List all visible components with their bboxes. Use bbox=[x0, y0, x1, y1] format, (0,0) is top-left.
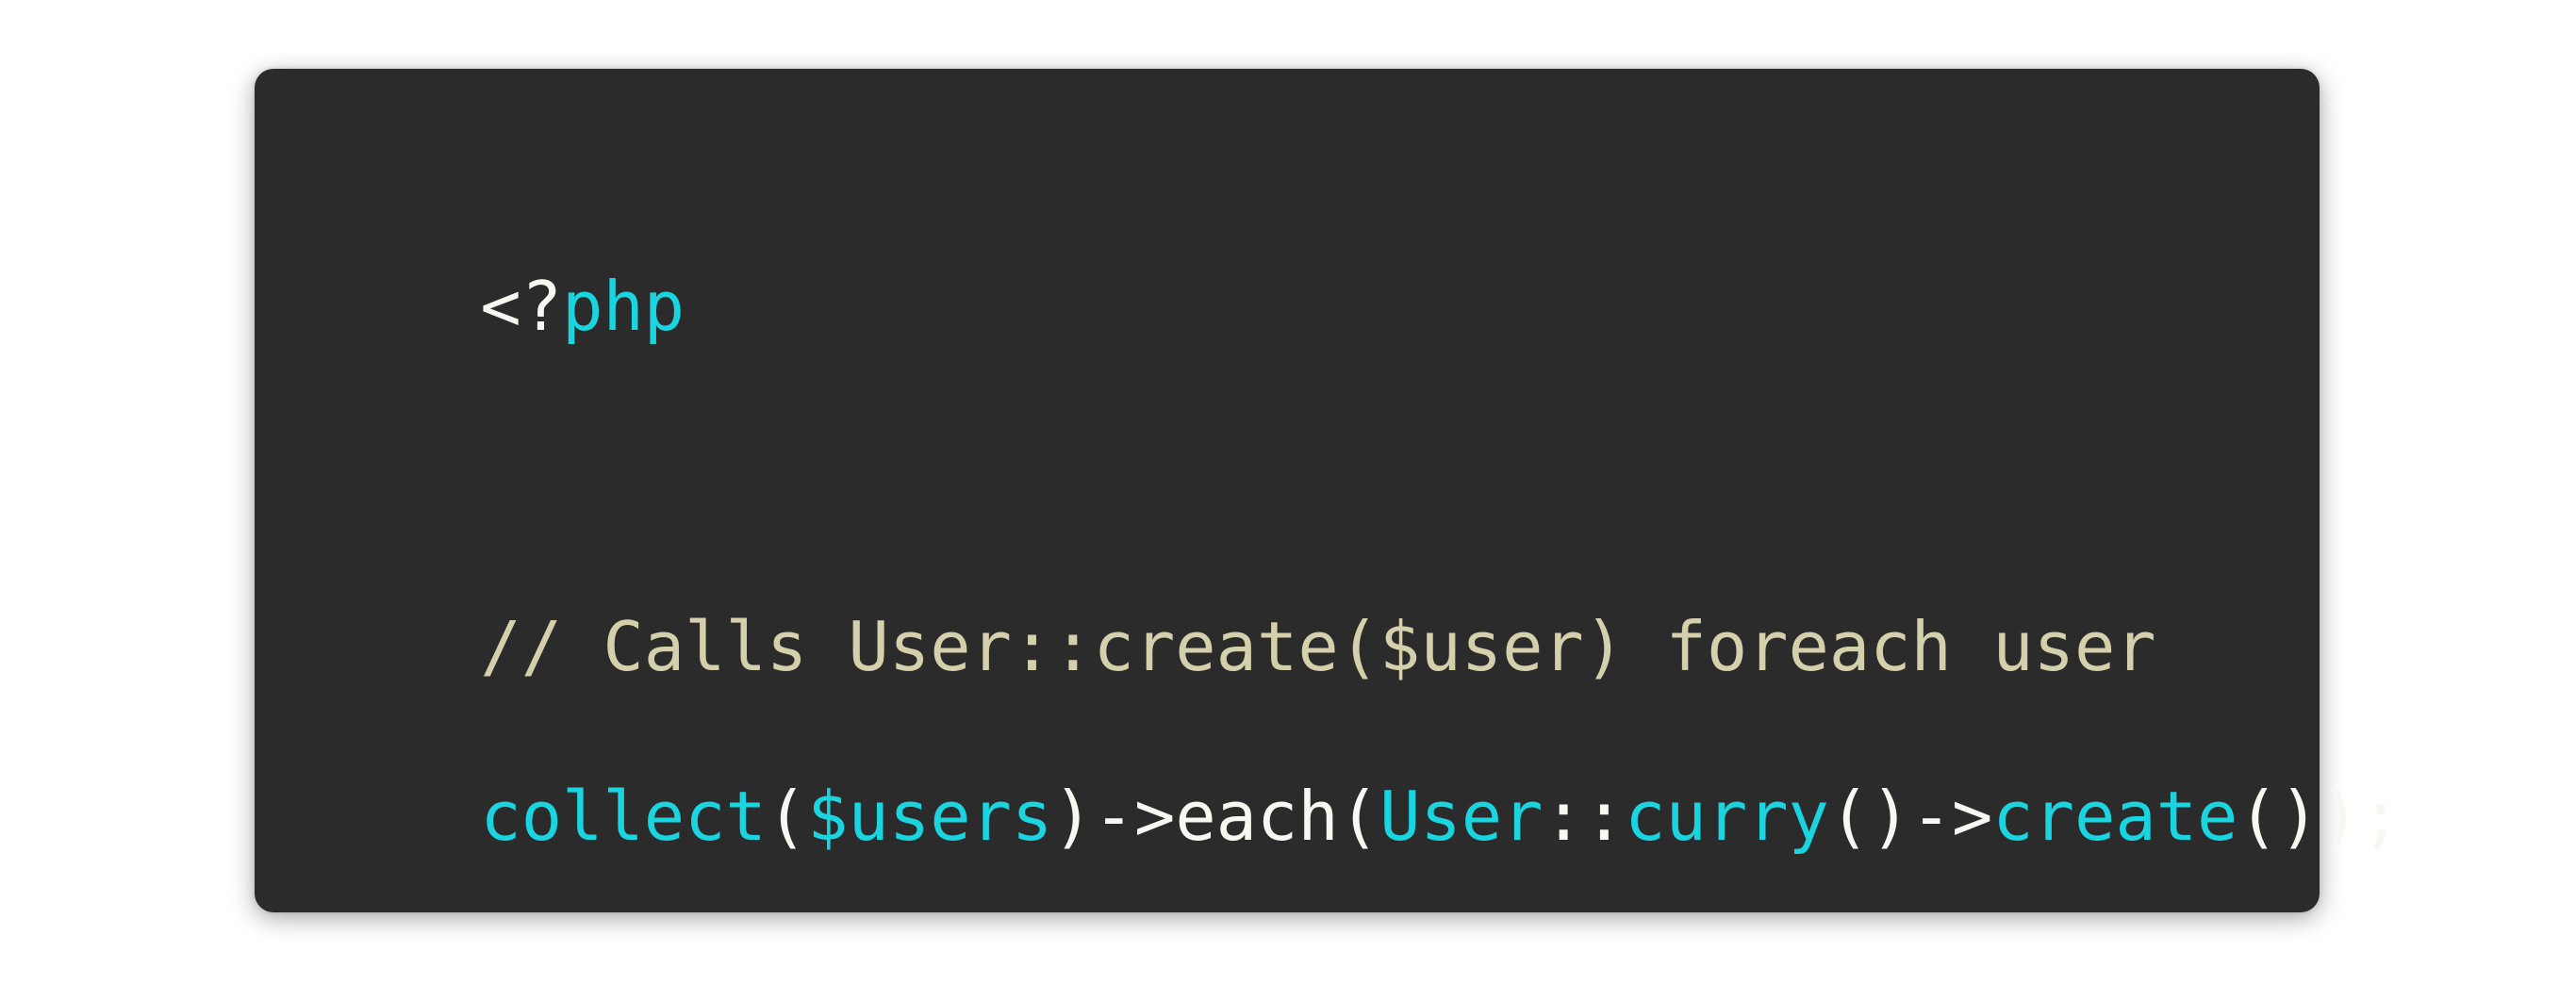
code-line-php-open-tag: <?php bbox=[317, 205, 685, 408]
code-token: )->each( bbox=[1052, 777, 1380, 856]
code-token: php bbox=[562, 267, 685, 346]
code-token: create bbox=[1992, 777, 2238, 856]
code-token: User bbox=[1379, 777, 1544, 856]
code-token: :: bbox=[1543, 777, 1626, 856]
code-token: ( bbox=[766, 777, 808, 856]
code-token: <? bbox=[480, 267, 563, 346]
code-token: curry bbox=[1625, 777, 1829, 856]
code-token: ()-> bbox=[1828, 777, 1993, 856]
code-snippet-window: <?php // Calls User::create($user) forea… bbox=[255, 69, 2402, 912]
code-token: collect bbox=[480, 777, 767, 856]
code-token: ()); bbox=[2237, 777, 2402, 856]
code-line-collect-statement: collect($users)->each(User::curry()->cre… bbox=[317, 714, 2402, 918]
code-token: $users bbox=[807, 777, 1053, 856]
code-token: // Calls User::create($user) foreach use… bbox=[480, 607, 2156, 686]
